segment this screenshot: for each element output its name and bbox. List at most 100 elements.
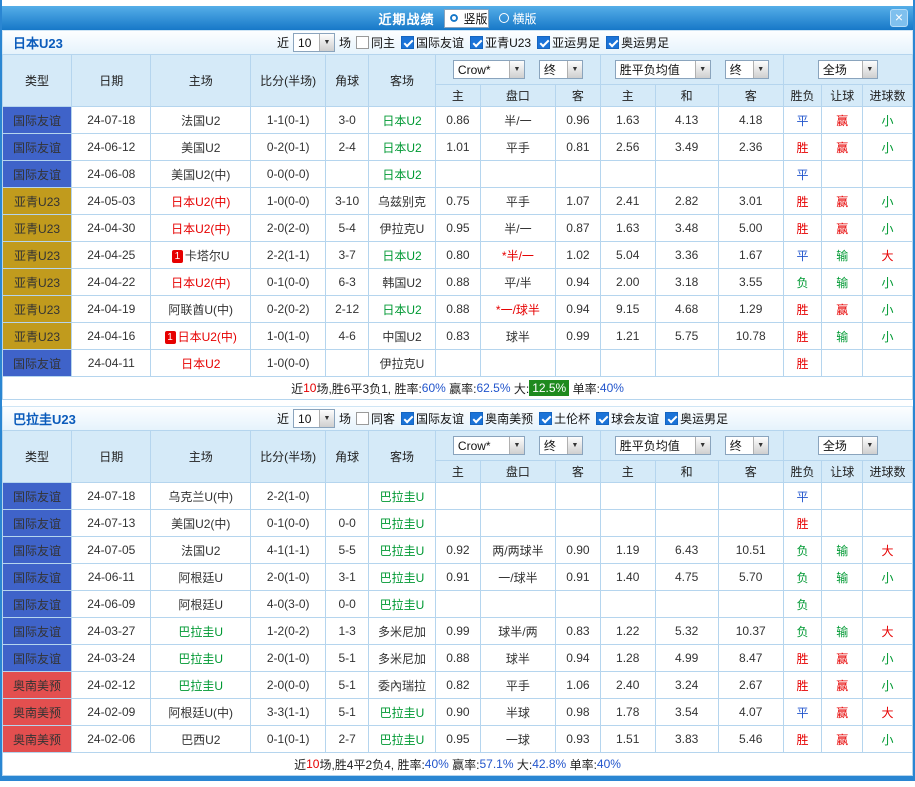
scope-select[interactable]: 全场▼ — [818, 60, 878, 79]
bookmaker-select[interactable]: Crow*▼ — [453, 436, 525, 455]
asia-handicap: 半/一 — [480, 215, 555, 242]
match-score: 2-2(1-1) — [251, 242, 326, 269]
competition-checkbox[interactable]: 亚青U23 — [470, 34, 531, 51]
away-team: 伊拉克U — [368, 215, 435, 242]
result-cell: 负 — [783, 591, 822, 618]
goals-result-cell: 小 — [863, 726, 913, 753]
asia-handicap: 半球 — [480, 699, 555, 726]
checkbox-label: 亚青U23 — [485, 34, 531, 51]
chevron-down-icon: ▼ — [862, 437, 877, 454]
home-team: 日本U2(中) — [151, 188, 251, 215]
away-team: 韩国U2 — [368, 269, 435, 296]
corner-score: 2-12 — [326, 296, 369, 323]
bookmaker-select[interactable]: Crow*▼ — [453, 60, 525, 79]
match-score: 4-0(3-0) — [251, 591, 326, 618]
match-score: 0-1(0-1) — [251, 726, 326, 753]
competition-checkbox[interactable]: 国际友谊 — [401, 410, 464, 427]
home-team-name: 日本U2 — [181, 357, 220, 371]
asia-away-odds: 0.93 — [556, 726, 601, 753]
competition-checkbox[interactable]: 土伦杯 — [539, 410, 590, 427]
europe-draw-odds — [655, 510, 718, 537]
recent-count-select[interactable]: 10▼ — [293, 33, 335, 52]
summary-part: 10 — [303, 381, 316, 395]
checkbox-label: 国际友谊 — [416, 34, 464, 51]
corner-score — [326, 350, 369, 377]
layout-radio-vertical[interactable]: 竖版 — [444, 9, 488, 28]
result-cell: 负 — [783, 537, 822, 564]
subcol-3: 主 — [600, 461, 655, 483]
home-team-name: 法国U2 — [181, 544, 220, 558]
summary-part: 大: — [514, 756, 533, 773]
europe-draw-odds — [655, 161, 718, 188]
match-type-badge: 亚青U23 — [3, 296, 72, 323]
layout-radio-horizontal[interactable]: 横版 — [499, 10, 537, 27]
handicap-result-cell — [822, 591, 863, 618]
scope-select-value: 全场 — [823, 61, 847, 78]
europe-average-select[interactable]: 胜平负均值▼ — [615, 60, 711, 79]
europe-home-odds: 9.15 — [600, 296, 655, 323]
away-team: 中国U2 — [368, 323, 435, 350]
europe-away-odds — [718, 161, 783, 188]
summary-part: 场,胜4平2负4, 胜率: — [319, 756, 424, 773]
away-team: 日本U2 — [368, 134, 435, 161]
handicap-result-cell: 赢 — [822, 107, 863, 134]
handicap-result-cell: 赢 — [822, 188, 863, 215]
checkbox-icon — [401, 412, 414, 425]
same-venue-checkbox[interactable]: 同主 — [356, 34, 395, 51]
match-type-badge: 国际友谊 — [3, 161, 72, 188]
asia-handicap — [480, 591, 555, 618]
asia-home-odds: 0.88 — [436, 645, 481, 672]
europe-home-odds: 2.40 — [600, 672, 655, 699]
away-team-name: 日本U2 — [382, 114, 421, 128]
handicap-result-cell: 输 — [822, 323, 863, 350]
close-icon[interactable]: × — [890, 9, 908, 27]
result-cell: 胜 — [783, 350, 822, 377]
match-score: 2-0(2-0) — [251, 215, 326, 242]
match-date: 24-04-19 — [72, 296, 151, 323]
same-venue-checkbox[interactable]: 同客 — [356, 410, 395, 427]
asia-final-select[interactable]: 终▼ — [539, 436, 583, 455]
competition-checkbox[interactable]: 奥南美预 — [470, 410, 533, 427]
radio-label: 横版 — [513, 10, 537, 27]
match-date: 24-03-24 — [72, 645, 151, 672]
result-cell: 负 — [783, 269, 822, 296]
away-team-name: 巴拉圭U — [380, 571, 425, 585]
europe-final-select[interactable]: 终▼ — [725, 436, 769, 455]
competition-checkbox[interactable]: 国际友谊 — [401, 34, 464, 51]
col-type: 类型 — [3, 431, 72, 483]
asia-home-odds: 0.90 — [436, 699, 481, 726]
handicap-result-cell — [822, 510, 863, 537]
europe-final-select-value: 终 — [730, 61, 742, 78]
competition-checkbox[interactable]: 奥运男足 — [665, 410, 728, 427]
home-team: 美国U2 — [151, 134, 251, 161]
asia-home-odds — [436, 483, 481, 510]
match-type-badge: 国际友谊 — [3, 510, 72, 537]
competition-checkbox[interactable]: 球会友谊 — [596, 410, 659, 427]
table-row: 国际友谊24-07-13美国U2(中)0-1(0-0)0-0巴拉圭U胜 — [3, 510, 913, 537]
away-team: 委內瑞拉 — [368, 672, 435, 699]
asia-home-odds: 0.88 — [436, 296, 481, 323]
table-row: 奥南美预24-02-12巴拉圭U2-0(0-0)5-1委內瑞拉0.82平手1.0… — [3, 672, 913, 699]
table-body: 国际友谊24-07-18法国U21-1(0-1)3-0日本U20.86半/一0.… — [3, 107, 913, 377]
table-row: 奥南美预24-02-06巴西U20-1(0-1)2-7巴拉圭U0.95一球0.9… — [3, 726, 913, 753]
recent-count-select[interactable]: 10▼ — [293, 409, 335, 428]
goals-result-cell — [863, 483, 913, 510]
summary-part: 10 — [306, 757, 319, 771]
checkbox-icon — [596, 412, 609, 425]
europe-final-select[interactable]: 终▼ — [725, 60, 769, 79]
asia-final-select[interactable]: 终▼ — [539, 60, 583, 79]
asia-home-odds: 0.80 — [436, 242, 481, 269]
europe-away-odds — [718, 350, 783, 377]
team-section: 日本U23近10▼场同主国际友谊亚青U23亚运男足奥运男足类型日期主场比分(半场… — [2, 30, 913, 400]
col-score: 比分(半场) — [251, 431, 326, 483]
scope-select[interactable]: 全场▼ — [818, 436, 878, 455]
home-team-name: 阿根廷U(中) — [168, 706, 233, 720]
competition-checkbox[interactable]: 奥运男足 — [606, 34, 669, 51]
europe-home-odds — [600, 510, 655, 537]
summary-part: 40% — [597, 757, 621, 771]
results-table: 类型日期主场比分(半场)角球客场Crow*▼终▼胜平负均值▼终▼全场▼主盘口客主… — [2, 54, 913, 377]
europe-average-select[interactable]: 胜平负均值▼ — [615, 436, 711, 455]
table-row: 亚青U2324-04-19阿联酋U(中)0-2(0-2)2-12日本U20.88… — [3, 296, 913, 323]
col-score: 比分(半场) — [251, 55, 326, 107]
competition-checkbox[interactable]: 亚运男足 — [537, 34, 600, 51]
